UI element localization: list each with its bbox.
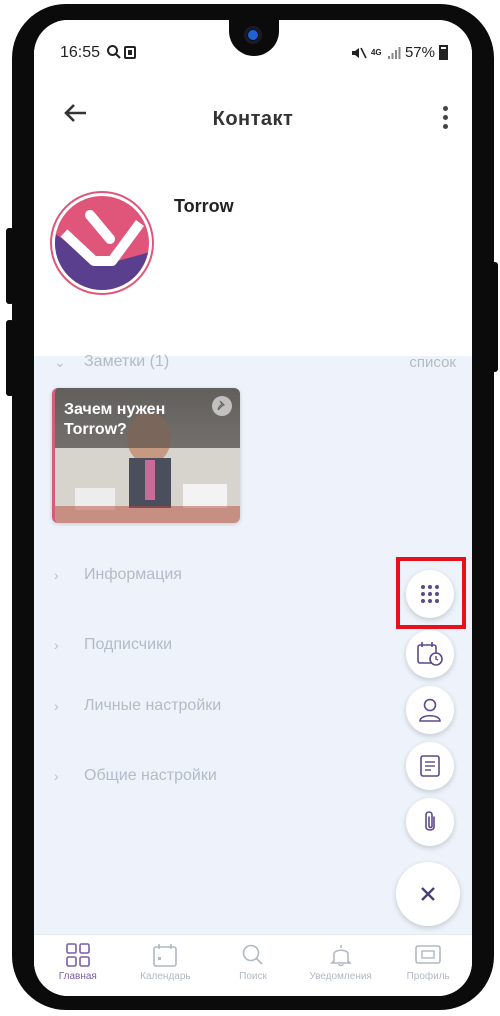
calendar-event-button[interactable] — [406, 630, 454, 678]
nav-notifications-label: Уведомления — [309, 971, 372, 982]
pin-icon[interactable] — [212, 396, 232, 416]
contact-card: Torrow — [34, 150, 472, 356]
mute-icon — [351, 47, 367, 58]
page-title: Контакт — [212, 108, 294, 130]
notes-list-link[interactable]: список — [409, 354, 456, 371]
attach-file-button[interactable] — [406, 798, 454, 846]
person-icon — [419, 698, 441, 722]
bell-icon — [329, 945, 352, 967]
camera — [244, 26, 262, 44]
add-note-button[interactable] — [406, 742, 454, 790]
search-icon — [107, 45, 121, 59]
power-button — [6, 228, 14, 304]
chevron-right-icon: › — [54, 567, 59, 583]
close-fab-button[interactable] — [396, 862, 460, 926]
phone-frame: 16:55 4G 57% Контакт Torrow ⌄ Заметки (1… — [0, 0, 500, 1016]
highlight-box — [396, 557, 466, 629]
signal-icon — [387, 46, 401, 59]
screen: 16:55 4G 57% Контакт Torrow ⌄ Заметки (1… — [34, 20, 472, 996]
nav-search[interactable]: Поиск — [209, 935, 297, 996]
chevron-right-icon: › — [54, 768, 59, 784]
nav-calendar[interactable]: Календарь — [122, 935, 210, 996]
battery-percent: 57% — [404, 44, 435, 61]
nav-home[interactable]: Главная — [34, 935, 122, 996]
section-general-settings-label: Общие настройки — [84, 767, 217, 784]
contact-name: Torrow — [174, 196, 234, 216]
paperclip-icon — [425, 811, 435, 831]
app-header: Контакт — [34, 80, 472, 150]
section-subscribers[interactable]: › Подписчики — [54, 636, 456, 654]
chevron-right-icon: › — [54, 637, 59, 653]
section-notes-label: Заметки (1) — [84, 353, 170, 370]
nav-profile-label: Профиль — [406, 971, 450, 982]
nav-search-label: Поиск — [239, 971, 267, 982]
add-contact-button[interactable] — [406, 686, 454, 734]
profile-card-icon — [415, 945, 441, 964]
calendar-clock-icon — [417, 642, 443, 666]
home-grid-icon — [65, 943, 90, 967]
side-button-right — [490, 262, 498, 372]
section-notes-header[interactable]: ⌄ Заметки (1) список — [54, 353, 456, 371]
bottom-nav: Главная Календарь Поиск Уведомления Проф… — [34, 934, 472, 996]
more-options-icon[interactable] — [440, 106, 450, 132]
note-title: Зачем нужен Torrow? — [64, 401, 166, 438]
nav-home-label: Главная — [58, 971, 97, 982]
section-subscribers-label: Подписчики — [84, 636, 173, 653]
chevron-down-icon: ⌄ — [54, 353, 66, 370]
status-indicators: 4G 57% — [351, 44, 448, 61]
calendar-icon — [153, 944, 178, 967]
note-card[interactable]: Зачем нужен Torrow? — [52, 388, 240, 523]
nav-notifications[interactable]: Уведомления — [297, 935, 385, 996]
section-personal-settings[interactable]: › Личные настройки — [54, 697, 456, 715]
avatar[interactable] — [50, 191, 154, 295]
status-time: 16:55 — [60, 44, 101, 61]
volume-button — [6, 320, 14, 396]
search-icon — [242, 944, 263, 965]
nav-profile[interactable]: Профиль — [384, 935, 472, 996]
network-type: 4G — [370, 47, 382, 57]
notification-app-icon — [124, 46, 136, 59]
section-personal-settings-label: Личные настройки — [84, 697, 222, 714]
close-icon — [421, 887, 435, 901]
section-general-settings[interactable]: › Общие настройки — [54, 767, 456, 785]
section-info-label: Информация — [84, 566, 182, 583]
chevron-right-icon: › — [54, 698, 59, 714]
battery-icon — [439, 45, 448, 60]
document-icon — [420, 755, 440, 777]
nav-calendar-label: Календарь — [140, 971, 191, 982]
